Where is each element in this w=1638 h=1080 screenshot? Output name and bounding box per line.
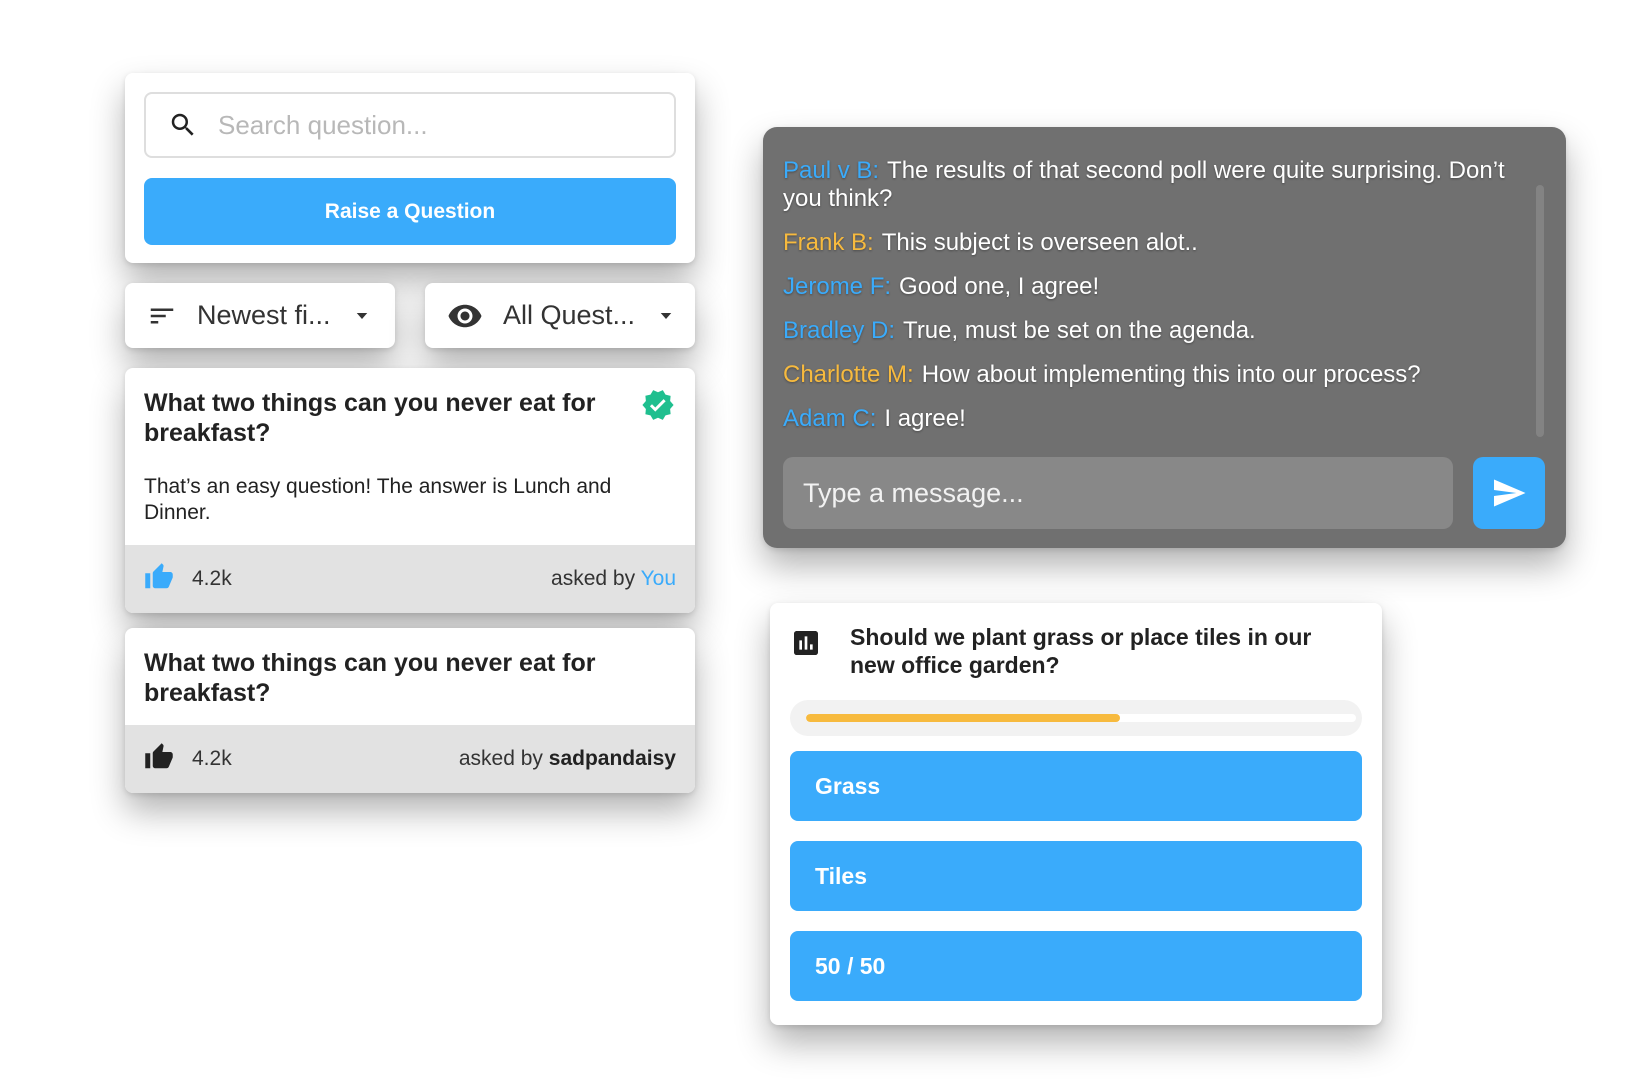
bar-chart-icon (790, 627, 822, 664)
chat-text: Good one, I agree! (899, 273, 1100, 300)
poll-progress-bar (790, 700, 1362, 736)
thumbs-up-icon[interactable] (144, 742, 174, 777)
view-filter-dropdown[interactable]: All Quest... (425, 283, 695, 348)
chat-author: Jerome F: (783, 273, 892, 300)
chat-scrollbar[interactable] (1536, 185, 1544, 437)
asked-by-user[interactable]: You (641, 567, 676, 590)
chat-message-input[interactable] (803, 477, 1433, 509)
chat-author: Frank B: (783, 229, 874, 256)
chat-message: Charlotte M: How about implementing this … (783, 361, 1513, 389)
question-footer: 4.2k asked by sadpandaisy (125, 725, 695, 793)
chat-text: How about implementing this into our pro… (921, 361, 1421, 388)
chat-message: Adam C: I agree! (783, 405, 1513, 433)
poll-option-50-50[interactable]: 50 / 50 (790, 931, 1362, 1001)
chat-message: Jerome F: Good one, I agree! (783, 273, 1513, 301)
question-answer: That’s an easy question! The answer is L… (144, 475, 612, 524)
search-card: Raise a Question (125, 73, 695, 263)
poll-option-grass[interactable]: Grass (790, 751, 1362, 821)
question-card[interactable]: What two things can you never eat for br… (125, 368, 695, 613)
question-card[interactable]: What two things can you never eat for br… (125, 628, 695, 793)
question-title: What two things can you never eat for br… (144, 649, 596, 707)
chat-text: This subject is overseen alot.. (881, 229, 1198, 256)
chat-panel: Paul v B: The results of that second poll… (763, 127, 1566, 548)
chevron-down-icon (353, 307, 371, 325)
question-title: What two things can you never eat for br… (144, 389, 596, 447)
eye-icon (447, 298, 483, 334)
asked-by-prefix: asked by (458, 747, 543, 770)
like-count: 4.2k (192, 567, 232, 590)
poll-question: Should we plant grass or place tiles in … (850, 624, 1312, 678)
verified-badge-icon (641, 388, 675, 427)
sort-icon (147, 301, 177, 331)
asked-by: asked by sadpandaisy (459, 747, 676, 771)
search-icon (171, 113, 194, 136)
send-button[interactable] (1473, 457, 1545, 529)
sort-dropdown-label: Newest fi... (197, 300, 331, 330)
chat-message: Paul v B: The results of that second poll… (783, 157, 1513, 213)
poll-progress-fill (806, 714, 1120, 722)
chat-text: The results of that second poll were qui… (783, 157, 1505, 212)
search-input[interactable] (218, 109, 658, 141)
chat-text: I agree! (884, 405, 966, 432)
chat-message-list: Paul v B: The results of that second poll… (783, 157, 1513, 449)
chat-author: Bradley D: (783, 317, 896, 344)
raise-question-button[interactable]: Raise a Question (144, 178, 676, 245)
sort-dropdown[interactable]: Newest fi... (125, 283, 395, 348)
chat-message: Frank B: This subject is overseen alot.. (783, 229, 1513, 257)
asked-by-prefix: asked by (551, 567, 636, 590)
chat-message: Bradley D: True, must be set on the agend… (783, 317, 1513, 345)
poll-card: Should we plant grass or place tiles in … (770, 603, 1382, 1025)
search-box[interactable] (144, 92, 676, 158)
like-count: 4.2k (192, 747, 232, 770)
poll-option-tiles[interactable]: Tiles (790, 841, 1362, 911)
view-filter-label: All Quest... (503, 300, 636, 330)
asked-by-user[interactable]: sadpandaisy (549, 747, 676, 770)
chat-author: Adam C: (783, 405, 877, 432)
chat-author: Paul v B: (783, 157, 880, 184)
send-icon (1494, 479, 1526, 507)
chat-text: True, must be set on the agenda. (903, 317, 1256, 344)
thumbs-up-icon[interactable] (144, 562, 174, 597)
chat-author: Charlotte M: (783, 361, 914, 388)
chevron-down-icon (657, 307, 675, 325)
asked-by: asked by You (551, 567, 676, 591)
chat-input-box[interactable] (783, 457, 1453, 529)
question-footer: 4.2k asked by You (125, 545, 695, 613)
